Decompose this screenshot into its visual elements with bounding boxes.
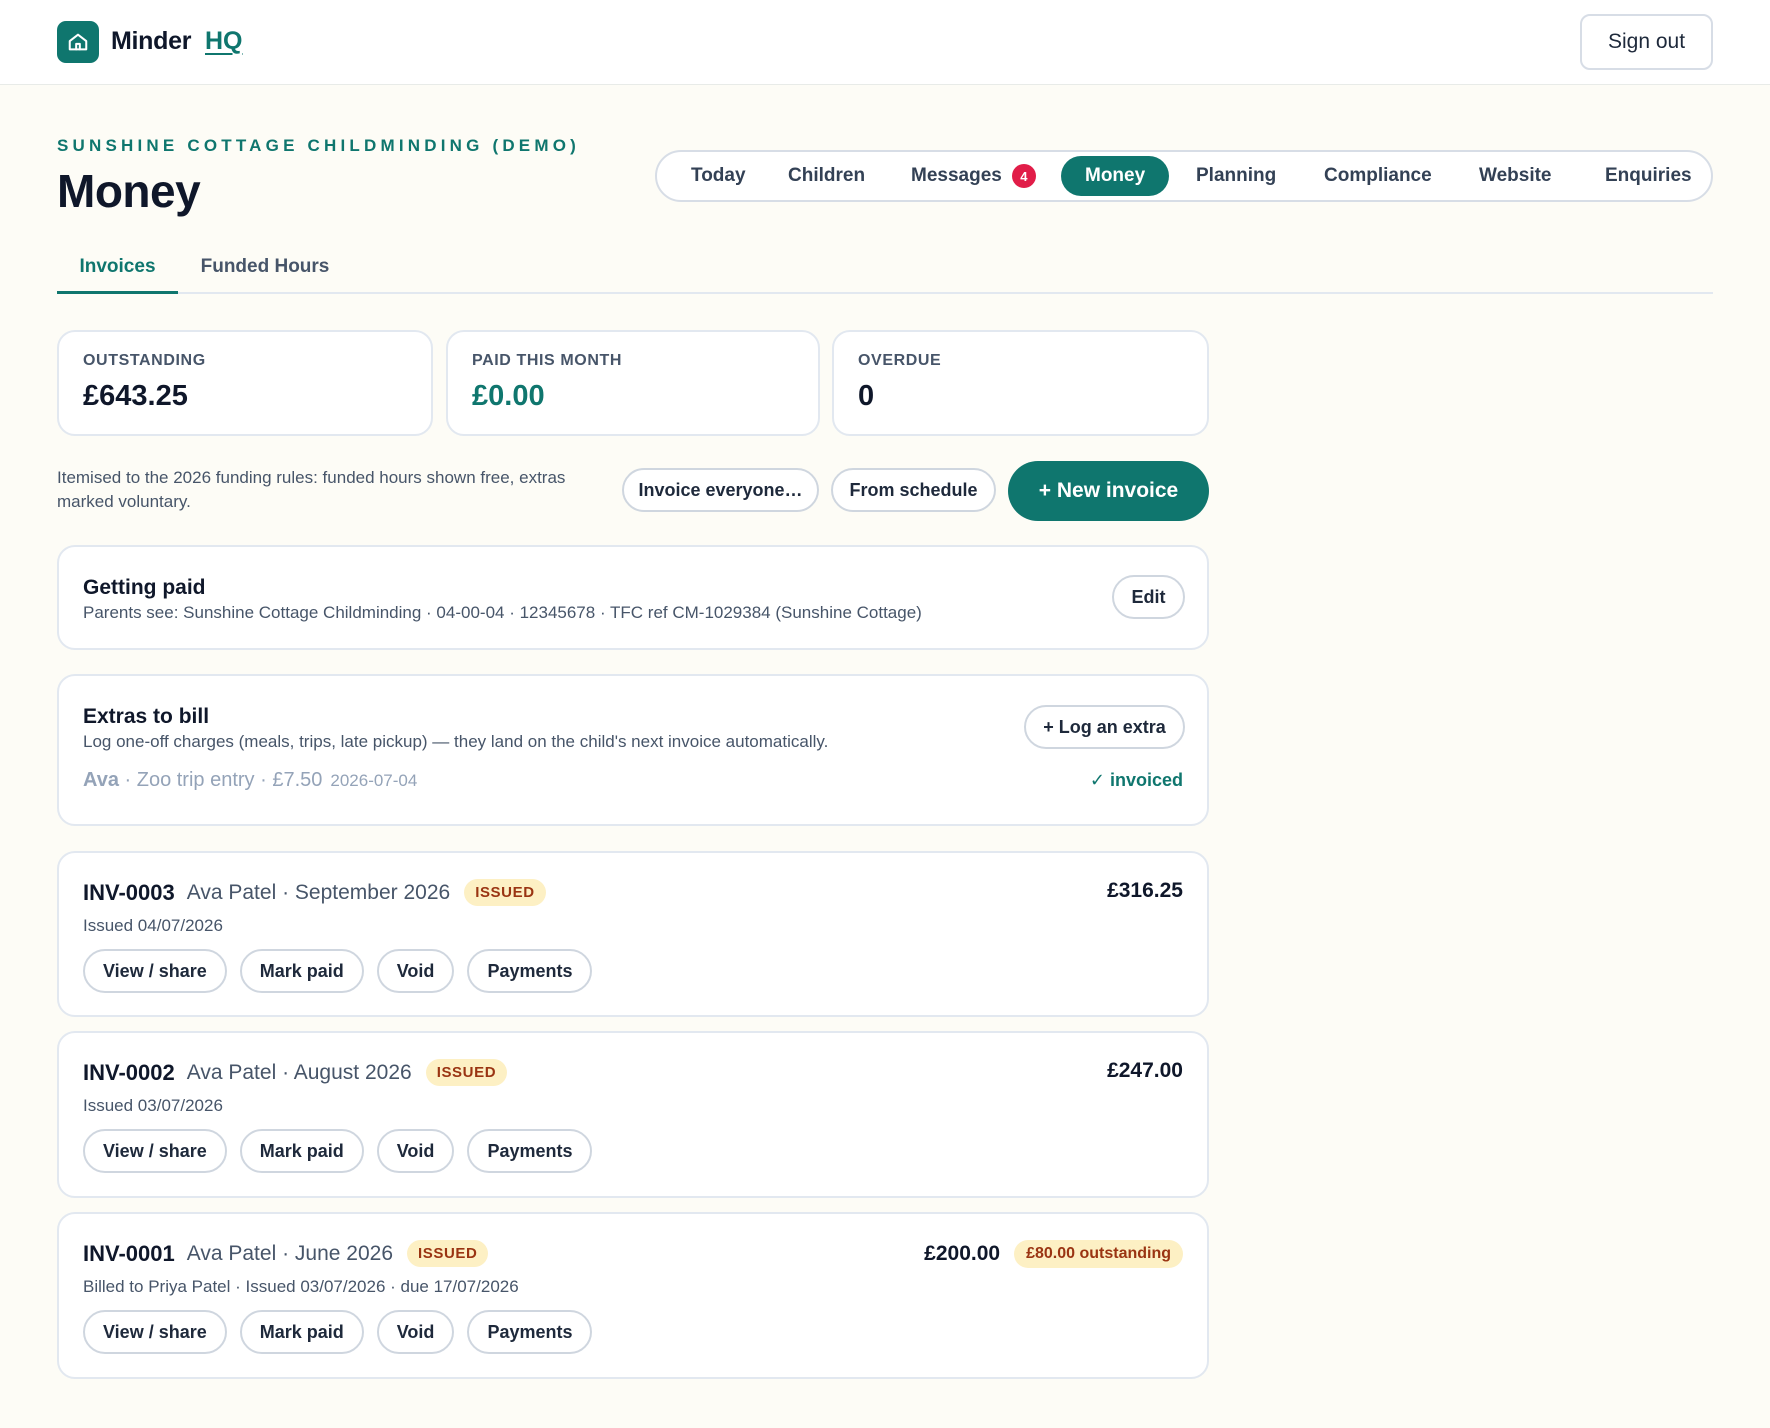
getting-paid-card: Getting paid Parents see: Sunshine Cotta… — [57, 545, 1209, 650]
nav-today[interactable]: Today — [667, 156, 770, 196]
sign-out-button[interactable]: Sign out — [1580, 14, 1713, 70]
invoice-amount: £247.00 — [1107, 1059, 1183, 1083]
amount-value: £200.00 — [924, 1242, 1001, 1265]
nav-label: Messages — [911, 165, 1002, 186]
nav-website[interactable]: Website — [1455, 156, 1576, 196]
extra-date: 2026-07-04 — [330, 771, 418, 790]
status-badge: ISSUED — [407, 1240, 489, 1267]
invoice-amount: £316.25 — [1107, 879, 1183, 903]
nav-label: Today — [691, 165, 746, 186]
mark-paid-button[interactable]: Mark paid — [239, 1129, 364, 1173]
stat-label: OUTSTANDING — [83, 352, 206, 369]
invoice-card: INV-0002 Ava Patel · August 2026 ISSUED … — [57, 1031, 1209, 1198]
card-title: Extras to bill — [83, 705, 210, 728]
page-title: Money — [57, 165, 201, 217]
amount-value: £316.25 — [1107, 879, 1183, 902]
nav-messages[interactable]: Messages 4 — [887, 156, 1060, 196]
extra-description: · Zoo trip entry · £7.50 — [118, 769, 323, 791]
status-badge: ISSUED — [464, 879, 546, 906]
status-badge: ISSUED — [425, 1059, 508, 1086]
view-share-button[interactable]: View / share — [83, 1310, 227, 1354]
brand-name[interactable]: Minder — [111, 27, 191, 56]
payments-button[interactable]: Payments — [467, 949, 593, 993]
money-subtabs: Invoices Funded Hours — [57, 248, 1713, 294]
extra-item: Ava · Zoo trip entry · £7.50 2026-07-04 — [83, 769, 417, 792]
new-invoice-button[interactable]: + New invoice — [1008, 461, 1209, 521]
invoice-billing-details: Billed to Priya Patel · Issued 03/07/202… — [83, 1277, 519, 1296]
invoice-actions: View / share Mark paid Void Payments — [83, 1310, 593, 1354]
card-title: Getting paid — [83, 576, 206, 599]
invoice-number[interactable]: INV-0003 — [83, 880, 175, 906]
log-extra-button[interactable]: + Log an extra — [1024, 705, 1185, 749]
invoice-issued-date: Issued 04/07/2026 — [83, 916, 223, 935]
tab-invoices[interactable]: Invoices — [57, 248, 178, 294]
invoice-header: INV-0002 Ava Patel · August 2026 ISSUED — [83, 1059, 508, 1086]
payment-details: Parents see: Sunshine Cottage Childmindi… — [83, 603, 922, 622]
unread-badge: 4 — [1011, 164, 1036, 188]
void-button[interactable]: Void — [376, 949, 455, 993]
payments-button[interactable]: Payments — [467, 1129, 593, 1173]
tab-funded-hours[interactable]: Funded Hours — [200, 248, 330, 294]
nav-label: Enquiries — [1605, 165, 1692, 186]
invoice-actions: View / share Mark paid Void Payments — [83, 1129, 593, 1173]
nav-label: Website — [1479, 165, 1552, 186]
nav-planning[interactable]: Planning — [1172, 156, 1300, 196]
invoice-header: INV-0001 Ava Patel · June 2026 ISSUED — [83, 1240, 489, 1267]
invoice-child-period: Ava Patel · June 2026 — [186, 1241, 393, 1265]
organisation-name: SUNSHINE COTTAGE CHILDMINDING (DEMO) — [57, 136, 580, 155]
nav-compliance[interactable]: Compliance — [1300, 156, 1456, 196]
invoice-everyone-button[interactable]: Invoice everyone… — [622, 468, 819, 512]
nav-label: Planning — [1196, 165, 1277, 186]
nav-label: Compliance — [1324, 165, 1432, 186]
invoice-child-period: Ava Patel · August 2026 — [186, 1060, 412, 1084]
stat-value: £643.25 — [83, 380, 188, 412]
invoice-actions: View / share Mark paid Void Payments — [83, 949, 593, 993]
view-share-button[interactable]: View / share — [83, 949, 227, 993]
edit-button[interactable]: Edit — [1112, 575, 1185, 619]
mark-paid-button[interactable]: Mark paid — [239, 1310, 364, 1354]
extras-description: Log one-off charges (meals, trips, late … — [83, 732, 829, 751]
invoice-number[interactable]: INV-0002 — [83, 1060, 175, 1086]
nav-label: Money — [1085, 165, 1146, 186]
invoice-child-period: Ava Patel · September 2026 — [186, 880, 451, 904]
brand-suffix[interactable]: HQ — [205, 27, 243, 56]
stat-label: PAID THIS MONTH — [472, 352, 623, 369]
nav-money[interactable]: Money — [1061, 156, 1170, 196]
void-button[interactable]: Void — [376, 1310, 455, 1354]
stat-value: 0 — [858, 380, 875, 412]
from-schedule-button[interactable]: From schedule — [831, 468, 996, 512]
stat-value: £0.00 — [472, 380, 545, 412]
mark-paid-button[interactable]: Mark paid — [239, 949, 364, 993]
payments-button[interactable]: Payments — [467, 1310, 593, 1354]
invoice-amount: £200.00 £80.00 outstanding — [924, 1240, 1183, 1268]
invoice-number[interactable]: INV-0001 — [83, 1241, 175, 1267]
stat-card-paid-this-month: PAID THIS MONTH £0.00 — [446, 330, 820, 436]
invoice-card: INV-0003 Ava Patel · September 2026 ISSU… — [57, 851, 1209, 1017]
outstanding-badge: £80.00 outstanding — [1014, 1240, 1183, 1268]
invoice-issued-date: Issued 03/07/2026 — [83, 1096, 223, 1115]
stat-card-overdue: OVERDUE 0 — [832, 330, 1209, 436]
invoice-header: INV-0003 Ava Patel · September 2026 ISSU… — [83, 879, 546, 906]
nav-label: Children — [788, 165, 866, 186]
nav-enquiries[interactable]: Enquiries — [1581, 156, 1716, 196]
stat-card-outstanding: OUTSTANDING £643.25 — [57, 330, 433, 436]
invoice-card: INV-0001 Ava Patel · June 2026 ISSUED £2… — [57, 1212, 1209, 1379]
view-share-button[interactable]: View / share — [83, 1129, 227, 1173]
stat-label: OVERDUE — [858, 352, 942, 369]
main-nav: Today Children Messages 4 Money Planning … — [655, 150, 1713, 202]
funding-rules-note: Itemised to the 2026 funding rules: fund… — [57, 468, 566, 511]
extra-child: Ava — [83, 769, 119, 791]
amount-value: £247.00 — [1107, 1059, 1183, 1082]
extras-card: Extras to bill Log one-off charges (meal… — [57, 674, 1209, 826]
nav-children[interactable]: Children — [764, 156, 889, 196]
void-button[interactable]: Void — [376, 1129, 455, 1173]
invoiced-status: ✓ invoiced — [1089, 770, 1183, 790]
top-bar: Minder HQ Sign out — [0, 0, 1770, 85]
house-icon[interactable] — [57, 21, 99, 63]
